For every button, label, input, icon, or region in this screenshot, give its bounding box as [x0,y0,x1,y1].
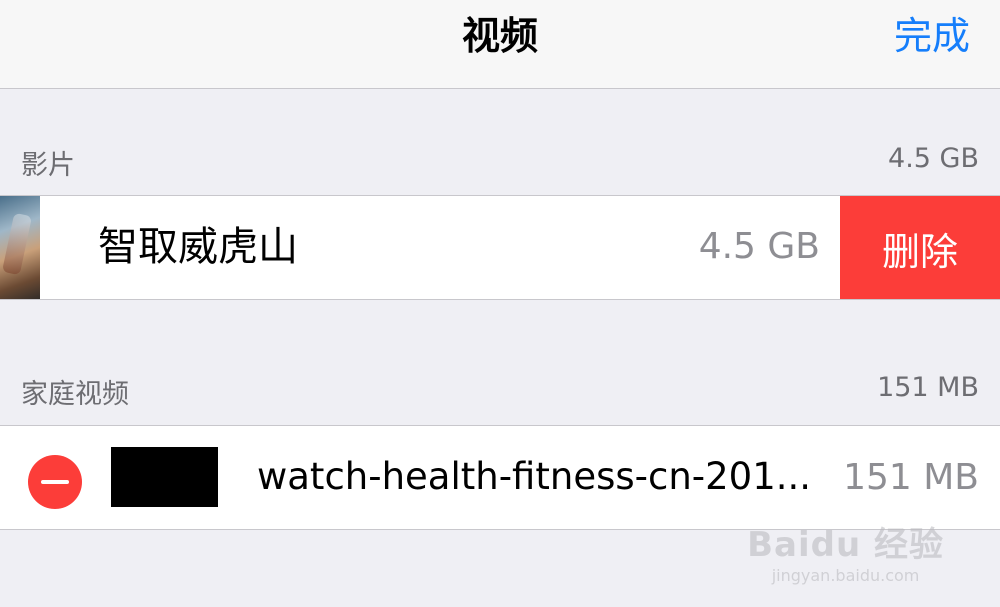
video-title: watch-health-fitness-cn-201... [257,455,812,498]
section-size: 151 MB [877,372,979,403]
video-size: 151 MB [843,457,979,498]
home-video-row[interactable]: watch-health-fitness-cn-201... 151 MB [0,425,1000,530]
minus-circle-icon[interactable] [28,455,82,509]
done-button[interactable]: 完成 [894,14,970,58]
section-header-movies: 影片 4.5 GB [0,139,1000,181]
video-thumbnail [111,447,218,507]
section-label: 影片 [21,150,75,181]
movie-poster-thumbnail [0,196,40,299]
movie-title: 智取威虎山 [98,224,298,270]
watermark: Baidu 经验 jingyan.baidu.com [747,517,944,585]
delete-button[interactable]: 删除 [840,196,1000,299]
movie-size: 4.5 GB [698,226,820,267]
section-size: 4.5 GB [888,143,979,174]
watermark-logo: Baidu 经验 [747,525,944,565]
section-header-home-videos: 家庭视频 151 MB [0,368,1000,410]
navigation-bar: 视频 完成 [0,0,1000,89]
watermark-url: jingyan.baidu.com [771,566,920,585]
movie-row[interactable]: 智取威虎山 4.5 GB 删除 [0,195,1000,300]
section-label: 家庭视频 [21,379,129,410]
page-title: 视频 [461,14,538,58]
video-storage-screen: 视频 完成 影片 4.5 GB 智取威虎山 4.5 GB 删除 家庭视频 151… [0,0,1000,607]
poster-figure [1,212,33,276]
